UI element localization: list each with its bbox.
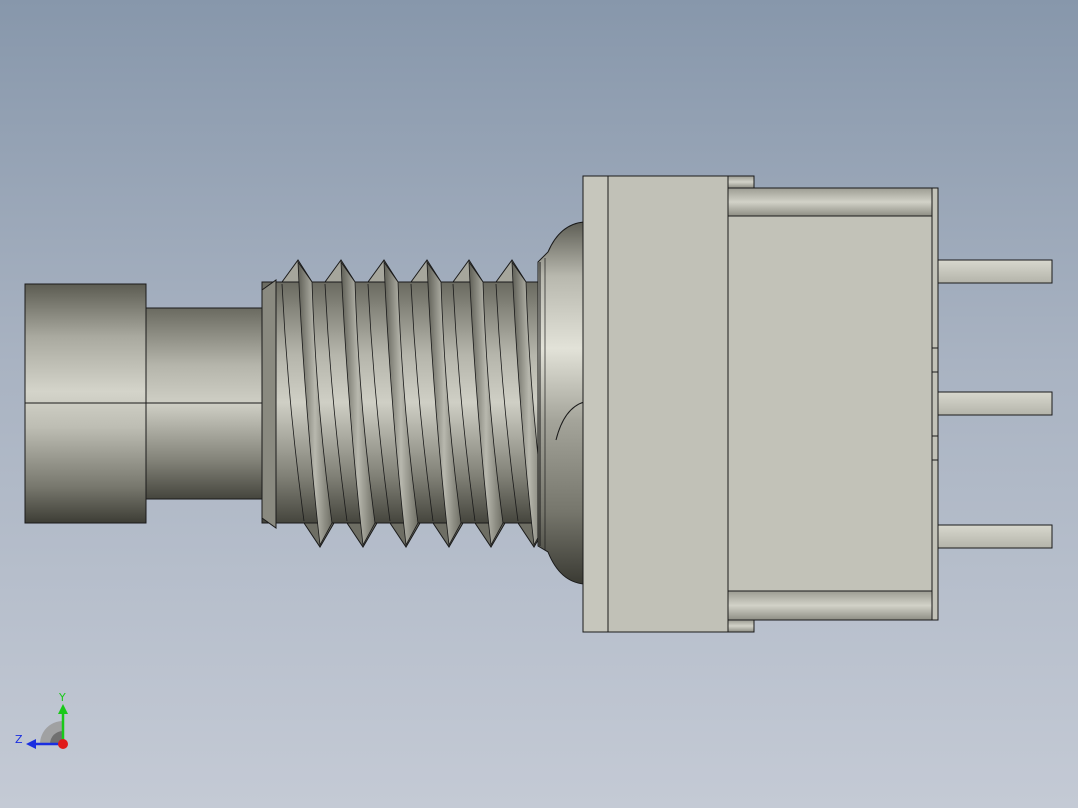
x-axis-icon [58, 739, 68, 749]
terminal-pin-middle[interactable] [937, 391, 1053, 416]
terminal-pin-bottom[interactable] [937, 524, 1053, 549]
housing-front-plate[interactable] [582, 175, 609, 633]
cad-viewport[interactable]: Y Z [0, 0, 1078, 808]
switch-housing[interactable] [607, 175, 729, 633]
threaded-bushing[interactable] [261, 259, 549, 548]
mounting-tab-bottom[interactable] [727, 619, 755, 633]
bushing-collar[interactable] [537, 221, 585, 585]
actuator-shaft[interactable] [145, 307, 267, 500]
y-axis-label: Y [58, 691, 66, 704]
z-axis-label: Z [15, 733, 23, 746]
model-view[interactable]: Y Z [0, 0, 1078, 808]
terminal-pin-top[interactable] [937, 259, 1053, 284]
mounting-tab-top[interactable] [727, 175, 755, 189]
actuator-cap[interactable] [24, 283, 147, 524]
rear-housing[interactable] [727, 187, 939, 621]
orientation-triad[interactable]: Y Z [15, 691, 68, 749]
